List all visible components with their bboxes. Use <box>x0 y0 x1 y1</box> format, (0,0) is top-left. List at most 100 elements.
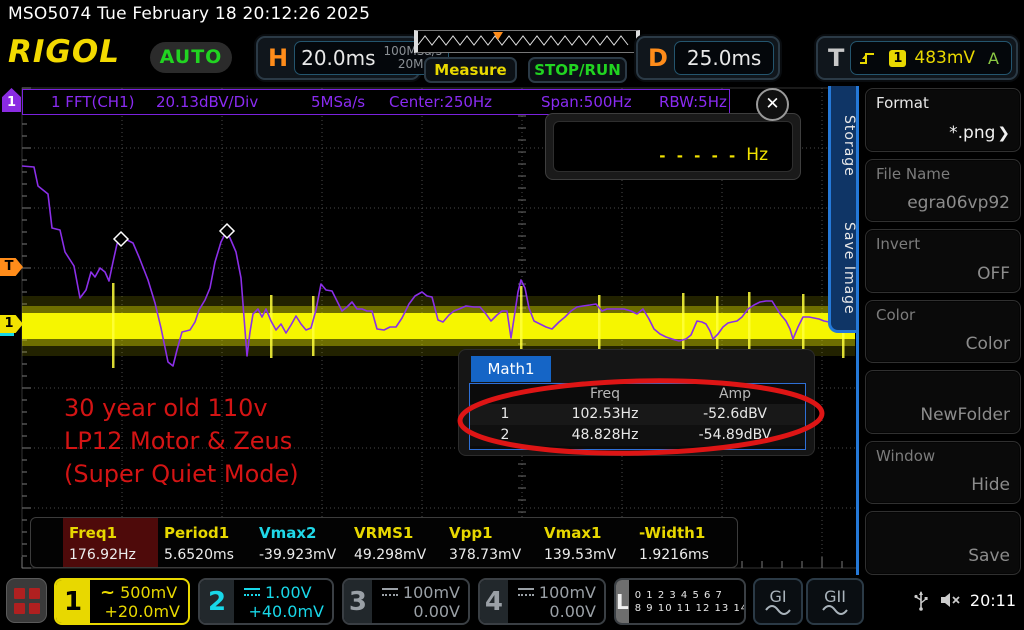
col-amp: Amp <box>670 384 800 404</box>
annotation-line2: LP12 Motor & Zeus <box>64 425 299 458</box>
measurement-nwidth1[interactable]: -Width1 1.9216ms <box>633 518 728 567</box>
menu-save-button[interactable]: Save <box>865 511 1021 575</box>
meas-value: 49.298mV <box>354 547 443 563</box>
fft-info-bar[interactable]: 1 FFT(CH1) 20.13dBV/Div 5MSa/s Center:25… <box>22 89 730 115</box>
channel2-offset: +40.0mV <box>248 602 324 621</box>
frequency-counter-unit: Hz <box>746 145 768 165</box>
speaker-muted-icon[interactable] <box>940 591 962 609</box>
row1-freq: 102.53Hz <box>540 404 670 425</box>
horizontal-timebase-panel[interactable]: H 20.0ms 100MSa/s 20Mpts <box>256 36 420 80</box>
tab-save-image[interactable]: Save Image <box>831 208 857 331</box>
close-icon[interactable]: ✕ <box>756 88 789 121</box>
fft-scale: 20.13dBV/Div <box>156 93 258 111</box>
channel4-number: 4 <box>480 580 508 623</box>
channel3-badge[interactable]: 3 100mV 0.00V <box>342 578 470 625</box>
format-value: *.png <box>949 123 995 143</box>
menu-window-button[interactable]: Window Hide <box>865 441 1021 505</box>
channel4-offset: 0.00V <box>549 602 596 621</box>
row2-index: 2 <box>470 425 540 446</box>
menu-format-button[interactable]: Format *.png❯ <box>865 88 1021 152</box>
row1-amp: -52.6dBV <box>670 404 800 425</box>
channel1-number: 1 <box>56 580 90 623</box>
measure-button[interactable]: Measure <box>424 57 517 83</box>
channel4-badge[interactable]: 4 100mV 0.00V <box>478 578 606 625</box>
math1-tab[interactable]: Math1 <box>471 356 551 382</box>
menu-color-button[interactable]: Color Color <box>865 300 1021 364</box>
menu-value: egra06vp92 <box>907 193 1010 213</box>
fft-sample-rate: 5MSa/s <box>311 93 365 111</box>
generator2-button[interactable]: GII <box>806 578 864 625</box>
logic-channels-badge[interactable]: L 0 1 2 3 4 5 6 7 8 9 10 11 12 13 14 15 <box>614 578 746 625</box>
menu-value: Save <box>968 546 1010 566</box>
measurement-freq1[interactable]: Freq1 176.92Hz <box>63 518 158 567</box>
menu-label: File Name <box>876 165 950 183</box>
channel-bar: 1 ~500mV +20.0mV 2 1.00V +40.0mV 3 100mV… <box>0 575 1024 630</box>
preview-zigzag <box>418 31 634 52</box>
acquisition-mode-badge: AUTO <box>150 42 232 73</box>
dc-coupling-icon <box>244 588 260 596</box>
row1-index: 1 <box>470 404 540 425</box>
generator1-button[interactable]: GI <box>753 578 803 625</box>
fft-span: Span:500Hz <box>541 93 632 111</box>
clock-time: 20:11 <box>970 591 1016 610</box>
channel3-number: 3 <box>344 580 372 623</box>
chevron-right-icon: ❯ <box>997 124 1010 142</box>
trigger-source-badge: 1 <box>889 50 906 67</box>
menu-file-name-button[interactable]: File Name egra06vp92 <box>865 159 1021 223</box>
meas-value: 139.53mV <box>544 547 633 563</box>
logic-row1: 0 1 2 3 4 5 6 7 <box>635 589 746 602</box>
waveform-preview-strip[interactable] <box>414 30 640 53</box>
ac-coupling-icon: ~ <box>100 583 115 602</box>
channel2-number: 2 <box>200 580 234 623</box>
table-row: 1 102.53Hz -52.6dBV <box>470 404 805 425</box>
trigger-panel[interactable]: T 1 483mV A <box>816 36 1018 80</box>
math1-popup: Math1 Freq Amp 1 102.53Hz -52.6dBV 2 48.… <box>458 349 815 456</box>
timebase-value: 20.0ms <box>301 46 375 70</box>
math1-table-header: Freq Amp <box>470 384 805 404</box>
fft-center: Center:250Hz <box>389 93 492 111</box>
channel4-scale: 100mV <box>539 583 596 602</box>
measurement-vmax1[interactable]: Vmax1 139.53mV <box>538 518 633 567</box>
row2-amp: -54.89dBV <box>670 425 800 446</box>
frequency-counter-value: - - - - - <box>659 147 738 165</box>
sidebar-tab-strip: Storage Save Image <box>828 85 857 333</box>
measurement-period1[interactable]: Period1 5.6520ms <box>158 518 253 567</box>
usb-icon <box>914 591 928 611</box>
meas-value: 1.9216ms <box>639 547 728 563</box>
table-row: 2 48.828Hz -54.89dBV <box>470 425 805 446</box>
app-grid-icon[interactable] <box>6 578 47 623</box>
delay-panel[interactable]: D 25.0ms <box>636 36 780 80</box>
tab-storage[interactable]: Storage <box>831 85 857 208</box>
dc-coupling-icon <box>382 588 398 596</box>
channel2-badge[interactable]: 2 1.00V +40.0mV <box>198 578 334 625</box>
dc-coupling-icon <box>518 588 534 596</box>
menu-invert-button[interactable]: Invert OFF <box>865 229 1021 293</box>
sine-wave-icon <box>822 605 848 615</box>
t-label: T <box>828 44 844 72</box>
col-freq: Freq <box>540 384 670 404</box>
h-label: H <box>268 44 288 72</box>
measurement-vrms1[interactable]: VRMS1 49.298mV <box>348 518 443 567</box>
fft-trace-label: 1 FFT(CH1) <box>51 93 134 111</box>
menu-value: Hide <box>971 475 1010 495</box>
trigger-display: 1 483mV A <box>850 41 1012 75</box>
measurement-vmax2[interactable]: Vmax2 -39.923mV <box>253 518 348 567</box>
meas-label: VRMS1 <box>354 524 443 542</box>
trigger-slope-icon <box>859 50 875 66</box>
meas-value: 5.6520ms <box>164 547 253 563</box>
meas-value: 378.73mV <box>449 547 538 563</box>
generator2-label: GII <box>824 589 846 605</box>
fft-rbw: RBW:5Hz <box>659 93 727 111</box>
menu-value: OFF <box>977 264 1010 284</box>
menu-new-folder-button[interactable]: NewFolder <box>865 370 1021 434</box>
stop-run-button[interactable]: STOP/RUN <box>528 57 627 83</box>
annotation-line1: 30 year old 110v <box>64 392 299 425</box>
channel1-scale: 500mV <box>120 583 177 602</box>
meas-value: -39.923mV <box>259 547 348 563</box>
channel1-badge[interactable]: 1 ~500mV +20.0mV <box>54 578 190 625</box>
measurement-vpp1[interactable]: Vpp1 378.73mV <box>443 518 538 567</box>
frequency-counter-popup: - - - - - Hz <box>545 113 801 180</box>
meas-value: 176.92Hz <box>69 547 158 563</box>
meas-label: Freq1 <box>69 524 158 542</box>
channel2-scale: 1.00V <box>265 583 312 602</box>
